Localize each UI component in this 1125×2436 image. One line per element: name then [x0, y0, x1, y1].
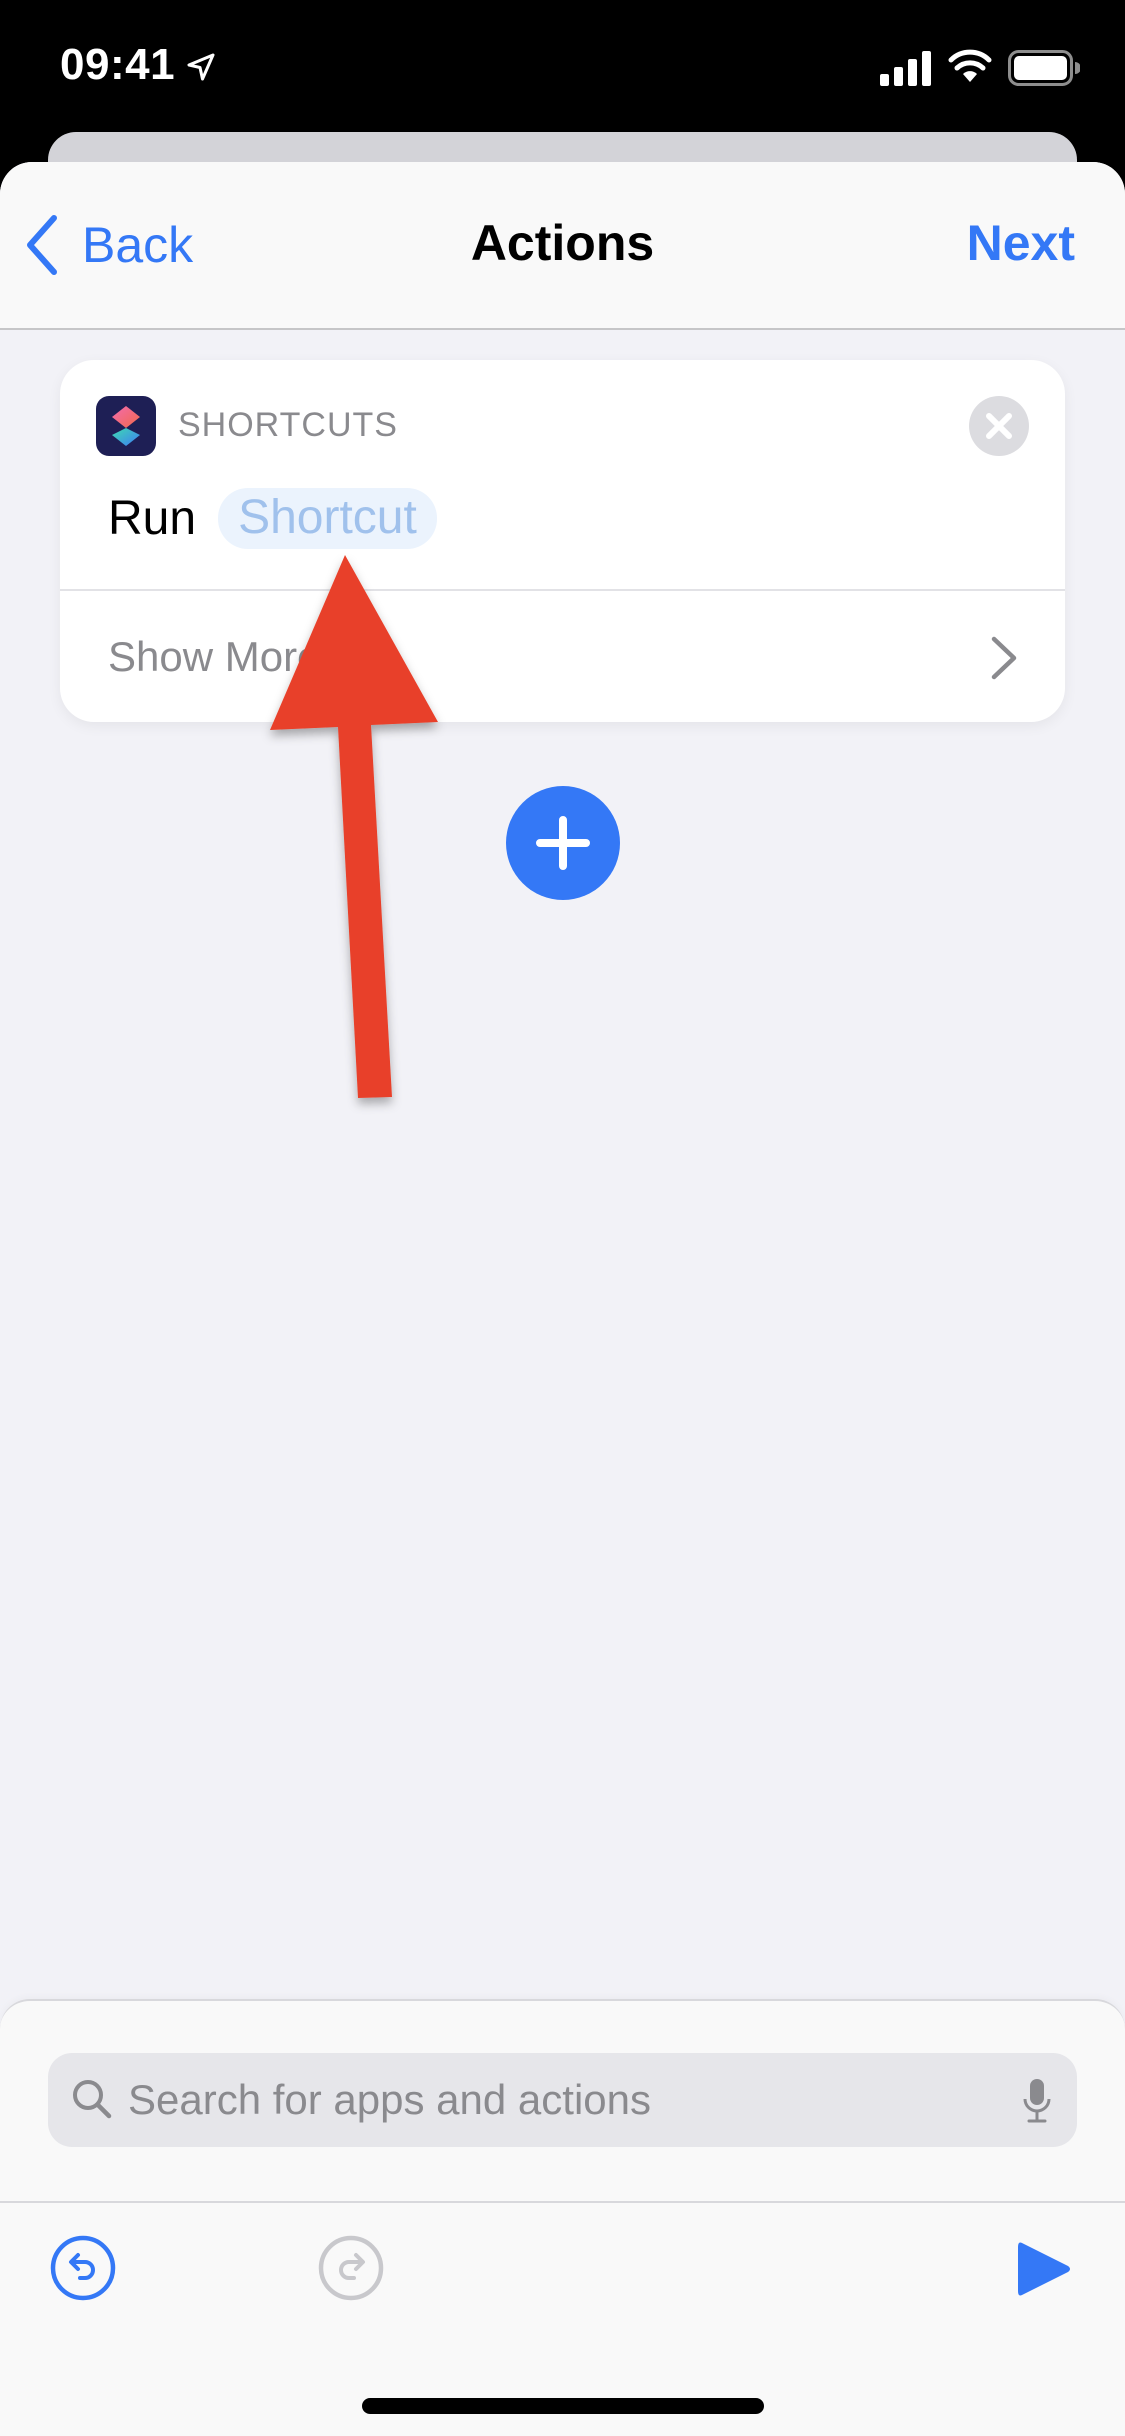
redo-icon[interactable] — [318, 2235, 384, 2301]
shortcuts-app-icon — [96, 396, 156, 456]
remove-action-button[interactable] — [969, 396, 1029, 456]
home-indicator[interactable] — [362, 2398, 764, 2414]
divider — [0, 2201, 1125, 2203]
shortcut-parameter[interactable]: Shortcut — [218, 487, 437, 549]
navigation-bar: Back Actions Next — [0, 162, 1125, 330]
battery-icon — [1008, 50, 1080, 86]
next-button[interactable]: Next — [967, 214, 1075, 272]
add-action-button[interactable] — [506, 786, 620, 900]
plus-icon — [536, 816, 590, 870]
microphone-icon[interactable] — [1021, 2077, 1053, 2125]
action-summary: Run Shortcut — [108, 486, 437, 550]
search-input[interactable] — [128, 2053, 988, 2147]
location-arrow-icon — [187, 53, 215, 81]
action-card-run-shortcut: SHORTCUTS Run Shortcut Show More — [60, 360, 1065, 722]
play-icon[interactable] — [1016, 2239, 1074, 2299]
status-time: 09:41 — [60, 40, 176, 89]
cellular-signal-icon — [880, 51, 931, 86]
action-verb: Run — [108, 491, 197, 545]
action-search-panel — [0, 1999, 1125, 2436]
show-more-label: Show More — [108, 633, 321, 680]
close-icon — [986, 413, 1012, 439]
app-name-label: SHORTCUTS — [178, 406, 398, 444]
show-more-button[interactable]: Show More — [60, 591, 1065, 722]
page-title: Actions — [470, 215, 655, 271]
search-field[interactable] — [48, 2053, 1077, 2147]
status-bar: 09:41 — [0, 0, 1125, 132]
chevron-right-icon — [991, 636, 1017, 680]
search-icon — [73, 2080, 112, 2119]
undo-icon[interactable] — [50, 2235, 116, 2301]
wifi-icon — [948, 49, 992, 82]
